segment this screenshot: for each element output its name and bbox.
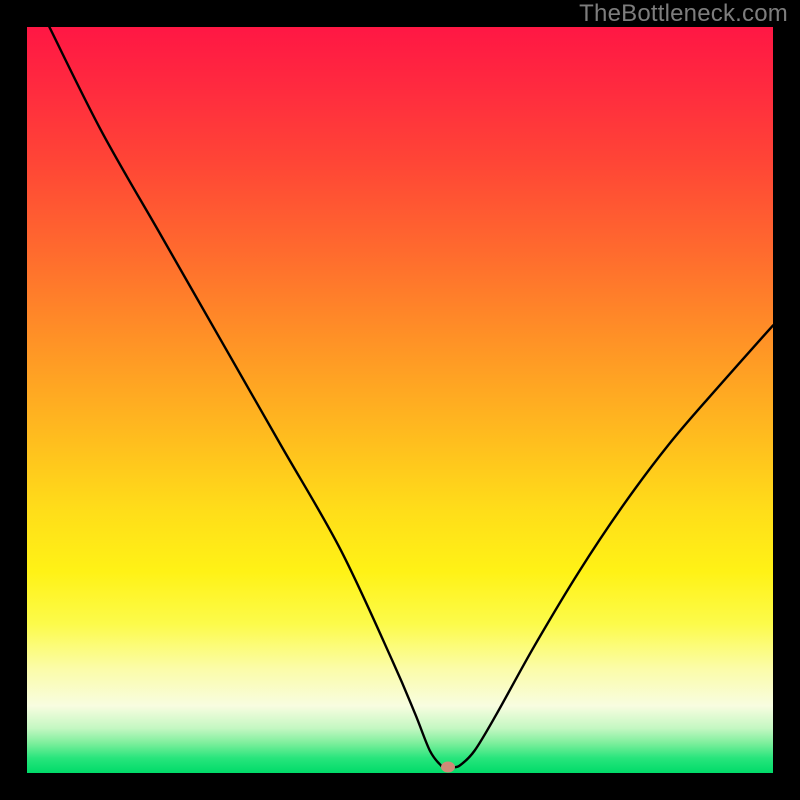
curve-svg xyxy=(27,27,773,773)
optimal-point-marker xyxy=(441,762,455,773)
chart-frame: TheBottleneck.com xyxy=(0,0,800,800)
bottleneck-curve xyxy=(49,27,773,767)
watermark-text: TheBottleneck.com xyxy=(579,0,788,28)
plot-area xyxy=(27,27,773,773)
